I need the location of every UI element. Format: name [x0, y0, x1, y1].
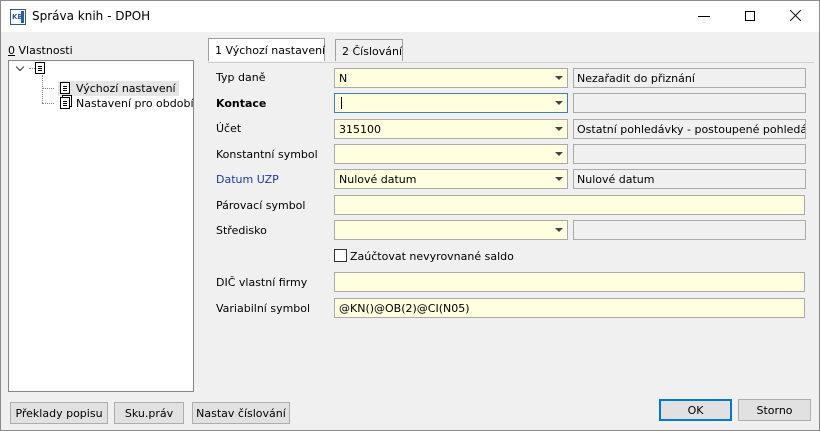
pairing-symbol-input[interactable]	[334, 195, 805, 215]
tax-type-value: N	[339, 72, 348, 85]
chevron-down-icon[interactable]	[551, 222, 566, 238]
dialog-window: KB Správa knih - DPOH 0 Vlastnosti Výcho…	[0, 0, 820, 431]
tree-item-period-settings[interactable]: Nastavení pro období	[58, 96, 197, 111]
tax-type-combo[interactable]: N	[334, 68, 568, 88]
properties-label-text: Vlastnosti	[15, 44, 73, 57]
text-caret	[341, 97, 342, 109]
constant-symbol-label: Konstantní symbol	[216, 148, 318, 161]
variable-symbol-input[interactable]: @KN()@OB(2)@CI(N05)	[334, 298, 805, 318]
vat-date-value: Nulové datum	[339, 173, 417, 186]
maximize-button[interactable]	[727, 1, 773, 32]
posting-combo[interactable]	[334, 93, 568, 113]
doc-icon	[60, 82, 70, 94]
tree-expand-toggle[interactable]	[17, 63, 26, 72]
multi-doc-icon	[60, 97, 70, 109]
close-icon	[790, 10, 802, 22]
variable-symbol-label: Variabilní symbol	[216, 302, 311, 315]
minimize-icon	[698, 10, 710, 17]
account-combo[interactable]: 315100	[334, 119, 568, 139]
tree-item-label: Výchozí nastavení	[76, 82, 176, 95]
constant-symbol-combo[interactable]	[334, 144, 568, 164]
app-icon: KB	[10, 9, 26, 25]
tree-item-label: Nastavení pro období	[76, 97, 194, 110]
cost-center-combo[interactable]	[334, 220, 568, 240]
chevron-down-icon[interactable]	[551, 171, 566, 187]
translations-button[interactable]: Překlady popisu	[10, 402, 108, 424]
posting-label: Kontace	[216, 97, 267, 110]
pairing-symbol-label: Párovací symbol	[216, 199, 306, 212]
set-numbering-button[interactable]: Nastav číslování	[192, 402, 290, 424]
maximize-icon	[745, 11, 755, 21]
company-vat-id-label: DIČ vlastní firmy	[216, 276, 308, 289]
company-vat-id-input[interactable]	[334, 272, 805, 292]
post-unbalanced-label[interactable]: Zaúčtovat nevyrovnané saldo	[350, 250, 514, 263]
close-button[interactable]	[773, 1, 819, 32]
tab-default-settings[interactable]: 1 Výchozí nastavení	[208, 38, 325, 61]
access-rights-button[interactable]: Sku.práv	[114, 402, 184, 424]
tax-type-description: Nezařadit do přiznání	[573, 68, 806, 88]
properties-hotkey: 0	[8, 44, 15, 57]
cancel-button[interactable]: Storno	[738, 399, 811, 421]
properties-label: 0 Vlastnosti	[8, 44, 73, 57]
cost-center-label: Středisko	[216, 224, 267, 237]
tree-item-default-settings[interactable]: Výchozí nastavení	[58, 81, 179, 96]
account-value: 315100	[339, 123, 381, 136]
post-unbalanced-checkbox[interactable]	[334, 249, 347, 262]
chevron-down-icon[interactable]	[551, 95, 566, 111]
properties-tree[interactable]: Výchozí nastavení Nastavení pro období	[8, 60, 194, 392]
window-title: Správa knih - DPOH	[32, 9, 151, 23]
tree-root-doc-icon	[35, 62, 45, 74]
constant-symbol-description	[573, 144, 806, 164]
vat-date-description: Nulové datum	[573, 169, 806, 189]
chevron-down-icon[interactable]	[551, 146, 566, 162]
tab-numbering[interactable]: 2 Číslování	[335, 39, 403, 61]
vat-date-combo[interactable]: Nulové datum	[334, 169, 568, 189]
minimize-button[interactable]	[681, 1, 727, 32]
ok-button[interactable]: OK	[659, 399, 732, 421]
chevron-down-icon[interactable]	[551, 70, 566, 86]
cost-center-description	[573, 220, 806, 240]
vat-date-label[interactable]: Datum UZP	[216, 173, 279, 186]
posting-description	[573, 93, 806, 113]
title-bar: KB Správa knih - DPOH	[1, 1, 819, 32]
account-label: Účet	[216, 122, 242, 135]
account-description: Ostatní pohledávky - postoupené pohledáv…	[573, 119, 806, 139]
chevron-down-icon[interactable]	[551, 121, 566, 137]
tax-type-label: Typ daně	[216, 71, 266, 84]
